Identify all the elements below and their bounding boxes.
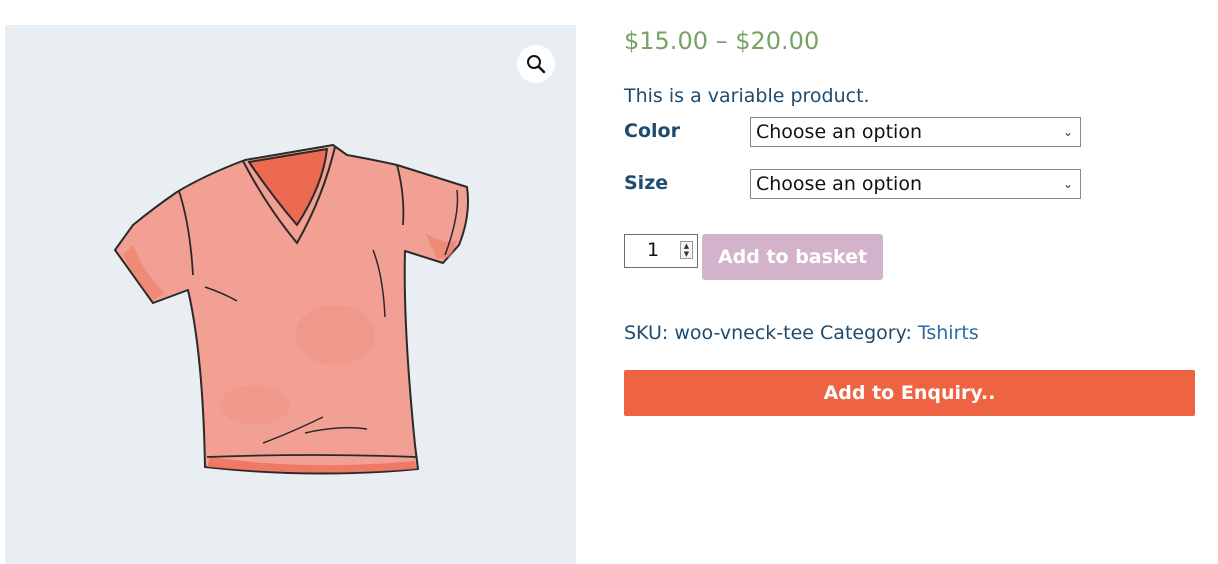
size-select[interactable]: Choose an option ⌄ xyxy=(750,169,1081,199)
quantity-value: 1 xyxy=(647,239,660,261)
size-select-value: Choose an option xyxy=(756,173,922,195)
chevron-down-icon: ⌄ xyxy=(1062,177,1073,191)
color-select[interactable]: Choose an option ⌄ xyxy=(750,117,1081,147)
size-label: Size xyxy=(624,172,669,194)
zoom-button[interactable] xyxy=(517,45,555,83)
sku-label: SKU: xyxy=(624,322,669,344)
color-label: Color xyxy=(624,120,680,142)
magnifier-icon xyxy=(527,55,546,74)
add-to-enquiry-button[interactable]: Add to Enquiry.. xyxy=(624,370,1195,416)
quantity-input[interactable]: 1 ▲ ▼ xyxy=(624,234,698,268)
product-gallery xyxy=(5,25,576,564)
chevron-down-icon: ⌄ xyxy=(1062,125,1073,139)
product-description: This is a variable product. xyxy=(624,85,870,107)
product-meta: SKU: woo-vneck-tee Category: Tshirts xyxy=(624,322,979,344)
sku-value: woo-vneck-tee xyxy=(674,322,814,344)
up-down-arrows-icon[interactable]: ▲ ▼ xyxy=(680,241,693,259)
color-select-value: Choose an option xyxy=(756,121,922,143)
category-link[interactable]: Tshirts xyxy=(918,322,979,344)
category-label: Category: xyxy=(820,322,912,344)
price-range: $15.00 – $20.00 xyxy=(624,27,820,55)
product-image-tshirt[interactable] xyxy=(5,25,576,564)
add-to-basket-button[interactable]: Add to basket xyxy=(702,234,883,280)
